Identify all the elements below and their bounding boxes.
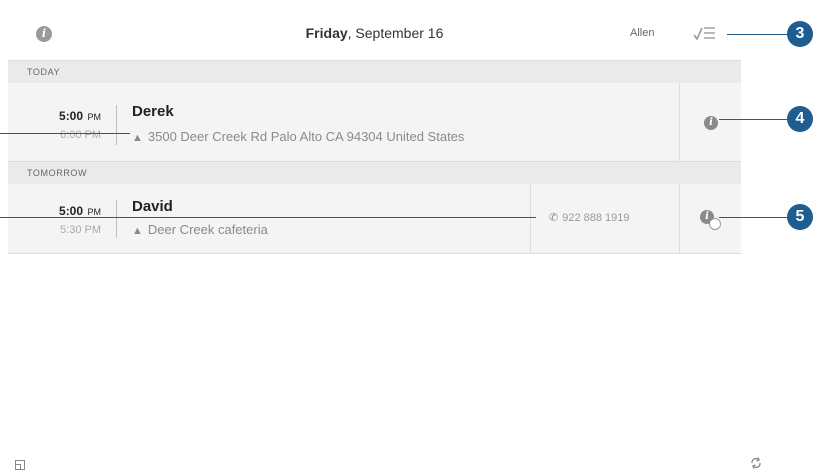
phone-number[interactable]: ✆ 922 888 1919	[549, 211, 630, 224]
start-time-ampm: PM	[87, 207, 102, 217]
callout-line	[719, 119, 789, 120]
navigation-arrow-icon: ▲	[132, 132, 143, 144]
phone-icon: ✆	[549, 212, 559, 224]
start-time-value: 5:00	[59, 204, 84, 218]
callout-badge-3: 3	[787, 21, 813, 47]
check-badge-icon	[709, 218, 721, 230]
calendar-panel: i Friday, September 16 Allen TODAY 5:00 …	[8, 8, 761, 473]
checklist-icon[interactable]	[692, 22, 718, 44]
start-time-ampm: PM	[87, 112, 102, 122]
callout-line	[719, 217, 789, 218]
start-time: 5:00 PM	[21, 107, 101, 125]
end-time: 6:00 PM	[60, 129, 101, 141]
time-divider	[116, 105, 117, 145]
callout-line	[727, 34, 789, 35]
callout-badge-4: 4	[787, 106, 813, 132]
action-divider	[679, 184, 680, 253]
appointment-row[interactable]: 5:00 PM 6:00 PM Derek ▲ 3500 Deer Creek R…	[8, 83, 741, 162]
appointment-row[interactable]: 5:00 PM 5:30 PM David ▲ Deer Creek cafete…	[8, 184, 741, 254]
info-icon[interactable]: i	[704, 116, 718, 130]
contact-name: David	[132, 198, 173, 215]
date-day: Friday	[305, 25, 348, 41]
callout-line	[0, 217, 536, 218]
navigation-arrow-icon: ▲	[132, 225, 143, 237]
location-text: 3500 Deer Creek Rd Palo Alto CA 94304 Un…	[147, 129, 465, 144]
callout-line	[0, 133, 130, 134]
callout-badge-5: 5	[787, 204, 813, 230]
section-today: TODAY	[8, 60, 741, 84]
user-name[interactable]: Allen	[630, 27, 654, 39]
header-bar: i Friday, September 16 Allen	[8, 8, 741, 60]
time-divider	[116, 200, 117, 238]
location[interactable]: ▲ 3500 Deer Creek Rd Palo Alto CA 94304 U…	[132, 129, 464, 144]
phone-text: 922 888 1919	[562, 212, 630, 224]
contact-name: Derek	[132, 103, 174, 120]
end-time: 5:30 PM	[60, 224, 101, 236]
location-text: Deer Creek cafeteria	[147, 222, 268, 237]
location[interactable]: ▲ Deer Creek cafeteria	[132, 222, 268, 237]
sync-icon[interactable]	[749, 456, 763, 470]
date-text: , September 16	[347, 25, 444, 41]
section-tomorrow: TOMORROW	[8, 161, 741, 185]
action-divider	[679, 83, 680, 161]
start-time-value: 5:00	[59, 109, 84, 123]
window-icon[interactable]	[15, 460, 25, 470]
phone-divider	[530, 184, 531, 253]
